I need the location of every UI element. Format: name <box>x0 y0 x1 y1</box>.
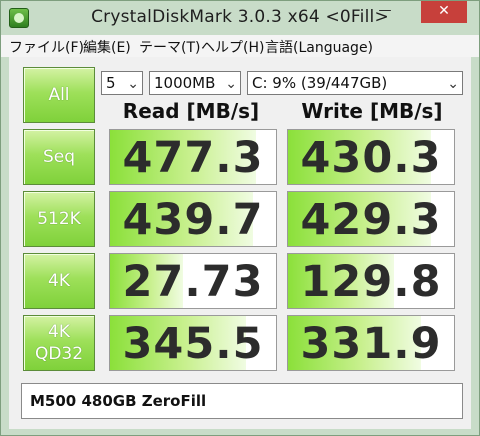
run-all-button[interactable]: All <box>23 67 95 123</box>
write-value-4k: 129.8 <box>300 257 442 307</box>
app-window: CrystalDiskMark 3.0.3 x64 <0Fill> — ✕ ファ… <box>0 0 480 436</box>
test-label: 4K <box>48 322 70 342</box>
test-4k-button[interactable]: 4K <box>23 253 95 309</box>
chevron-down-icon: ⌄ <box>225 76 237 92</box>
write-value-512k: 429.3 <box>300 195 442 245</box>
menu-bar: ファイル(F) 編集(E) テーマ(T) ヘルプ(H) 言語(Language) <box>1 35 479 57</box>
read-result-512k: 439.7 <box>109 191 277 247</box>
menu-language[interactable]: 言語(Language) <box>265 37 373 57</box>
test-label: 4K <box>48 271 70 291</box>
drive-select[interactable]: C: 9% (39/447GB) ⌄ <box>247 71 463 95</box>
read-value-4k-qd32: 345.5 <box>122 319 264 369</box>
write-result-seq: 430.3 <box>287 129 455 185</box>
runs-value: 5 <box>106 74 116 92</box>
test-4k-qd32-button[interactable]: 4K QD32 <box>23 315 95 371</box>
runs-select[interactable]: 5 ⌄ <box>101 71 143 95</box>
menu-help[interactable]: ヘルプ(H) <box>201 37 264 57</box>
write-result-512k: 429.3 <box>287 191 455 247</box>
test-512k-button[interactable]: 512K <box>23 191 95 247</box>
size-select[interactable]: 1000MB ⌄ <box>149 71 241 95</box>
test-label: Seq <box>42 147 76 167</box>
main-panel: All 5 ⌄ 1000MB ⌄ C: 9% (39/447GB) ⌄ Read… <box>9 57 471 429</box>
window-title: CrystalDiskMark 3.0.3 x64 <0Fill> <box>91 7 389 27</box>
run-all-label: All <box>48 85 70 105</box>
write-column-header: Write [MB/s] <box>301 99 443 123</box>
close-button[interactable]: ✕ <box>421 1 467 23</box>
drive-value: C: 9% (39/447GB) <box>252 74 388 92</box>
test-label: 512K <box>37 209 81 229</box>
read-result-4k-qd32: 345.5 <box>109 315 277 371</box>
read-value-seq: 477.3 <box>122 133 264 183</box>
write-result-4k: 129.8 <box>287 253 455 309</box>
minimize-button[interactable]: — <box>371 1 399 23</box>
size-value: 1000MB <box>154 74 216 92</box>
read-value-4k: 27.73 <box>122 257 264 307</box>
menu-file[interactable]: ファイル(F) <box>9 37 84 57</box>
read-value-512k: 439.7 <box>122 195 264 245</box>
test-seq-button[interactable]: Seq <box>23 129 95 185</box>
read-column-header: Read [MB/s] <box>122 99 260 123</box>
menu-theme[interactable]: テーマ(T) <box>139 37 200 57</box>
chevron-down-icon: ⌄ <box>447 76 459 92</box>
menu-edit[interactable]: 編集(E) <box>83 37 131 57</box>
title-bar[interactable]: CrystalDiskMark 3.0.3 x64 <0Fill> — ✕ <box>1 1 479 35</box>
read-result-4k: 27.73 <box>109 253 277 309</box>
write-value-4k-qd32: 331.9 <box>300 319 442 369</box>
test-sublabel: QD32 <box>34 344 84 364</box>
read-result-seq: 477.3 <box>109 129 277 185</box>
comment-field[interactable]: M500 480GB ZeroFill <box>21 383 463 419</box>
write-value-seq: 430.3 <box>300 133 442 183</box>
write-result-4k-qd32: 331.9 <box>287 315 455 371</box>
chevron-down-icon: ⌄ <box>127 76 139 92</box>
